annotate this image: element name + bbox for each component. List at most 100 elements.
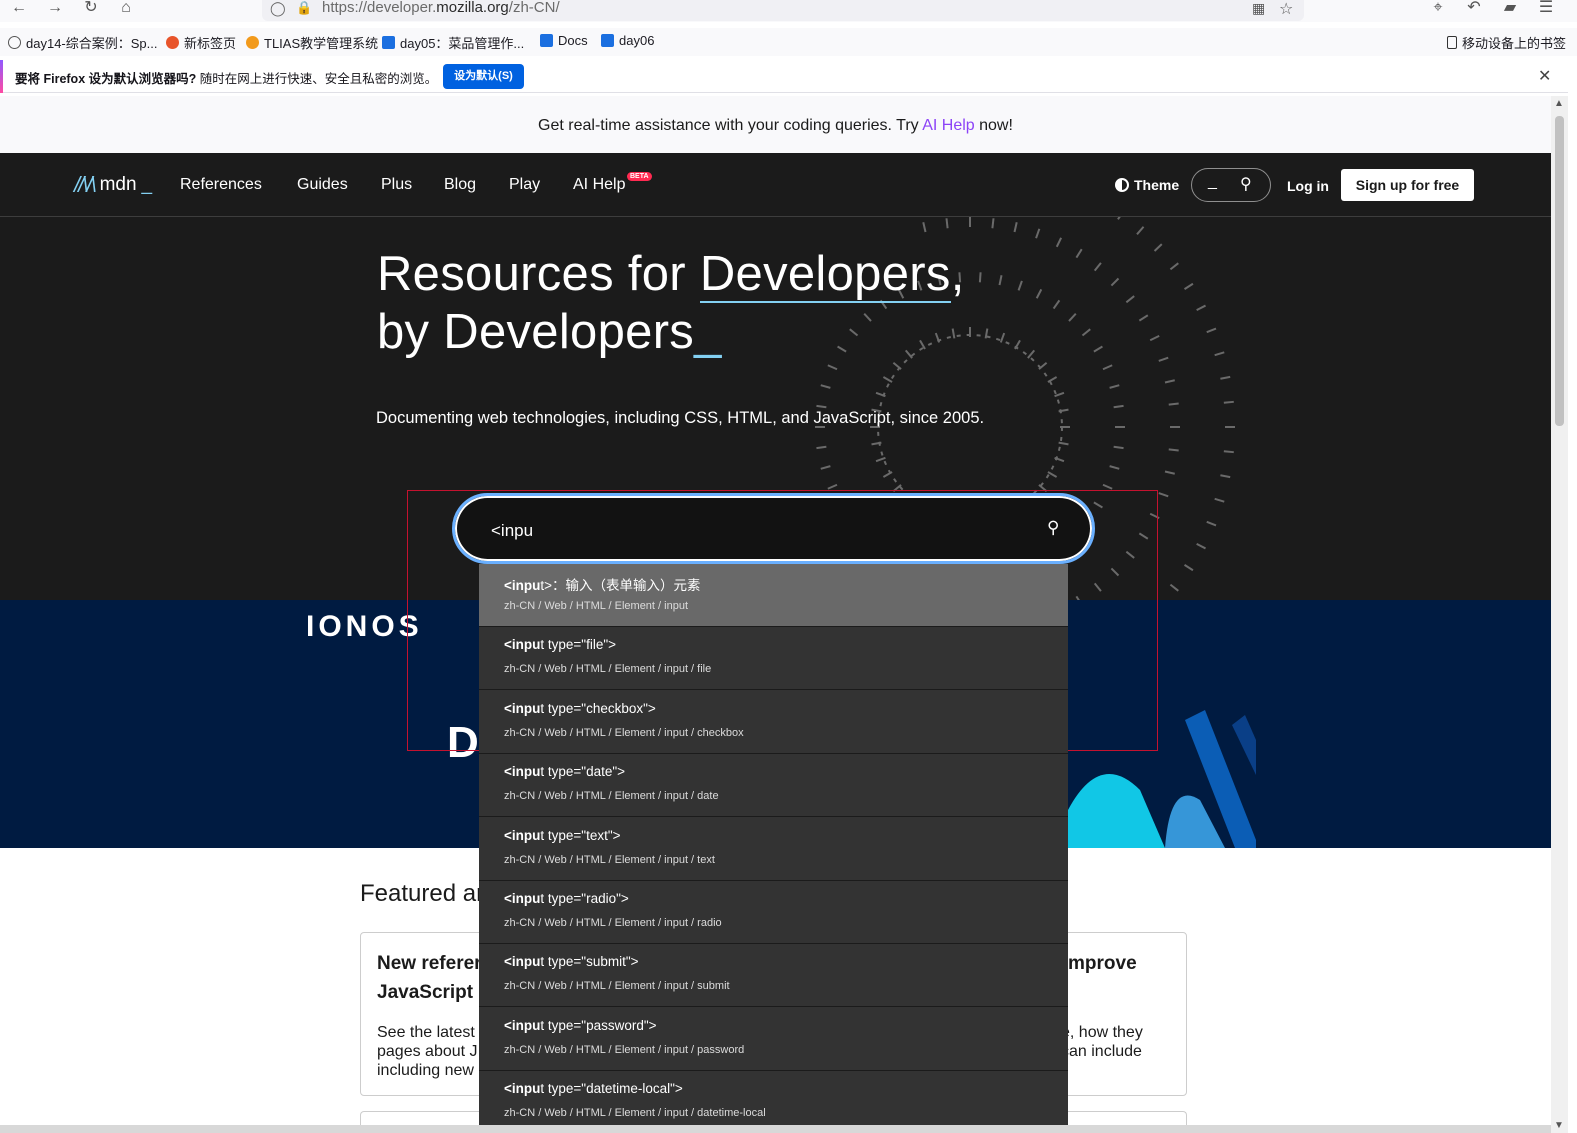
deco-dash	[1093, 345, 1103, 353]
suggestion-path: zh-CN / Web / HTML / Element / input / t…	[504, 853, 715, 866]
deco-dash	[1196, 542, 1206, 550]
banner-text-end: now!	[974, 117, 1013, 134]
deco-dash	[1035, 288, 1043, 299]
deco-dash	[875, 456, 886, 463]
mdn-logo[interactable]: //\/\ mdn _	[74, 172, 152, 198]
menu-icon[interactable]: ☰	[1535, 0, 1557, 18]
nav-guides[interactable]: Guides	[297, 176, 348, 194]
deco-dash	[1164, 379, 1175, 384]
shield-icon[interactable]: ◯	[270, 0, 286, 17]
deco-dash	[1158, 356, 1169, 362]
deco-dash	[1169, 262, 1179, 271]
deco-dash	[1113, 445, 1124, 450]
bookmark-item[interactable]: Docs	[540, 33, 588, 48]
lock-icon: 🔒	[296, 0, 313, 15]
suggestion-title: <input type="file">	[504, 637, 617, 653]
mobile-bookmarks-label: 移动设备上的书签	[1462, 36, 1567, 51]
deco-dash	[1169, 583, 1179, 592]
bookmark-item[interactable]: 新标签页	[166, 33, 236, 52]
deco-dash	[1027, 349, 1036, 359]
forward-arrow-icon[interactable]: →	[44, 0, 66, 18]
search-placeholder: _	[1208, 173, 1217, 190]
deco-dash	[1113, 404, 1124, 409]
theme-label: Theme	[1134, 177, 1180, 193]
deco-dash	[1017, 280, 1023, 291]
suggestion-item[interactable]: <input>：输入（表单输入）元素 zh-CN / Web / HTML / E…	[479, 564, 1068, 627]
suggestion-item[interactable]: <input type="datetime-local"> zh-CN / Web…	[479, 1071, 1068, 1133]
bookmark-item[interactable]: TLIAS教学管理系统	[246, 33, 378, 52]
extensions-icon[interactable]: ▰	[1499, 0, 1521, 18]
signup-button[interactable]: Sign up for free	[1341, 169, 1474, 201]
suggestion-item[interactable]: <input type="checkbox"> zh-CN / Web / HTM…	[479, 691, 1068, 754]
suggestion-path: zh-CN / Web / HTML / Element / input / c…	[504, 726, 744, 739]
deco-dash	[1183, 282, 1194, 290]
deco-dash	[820, 384, 831, 389]
suggestion-path: zh-CN / Web / HTML / Element / input / r…	[504, 917, 722, 929]
deco-dash	[999, 332, 1006, 343]
suggestion-title: <input type="datetime-local">	[504, 1081, 683, 1097]
scroll-down-icon[interactable]: ▼	[1554, 1120, 1564, 1131]
nav-blog[interactable]: Blog	[444, 176, 476, 194]
deco-dash	[1153, 243, 1163, 252]
crop-icon[interactable]: ⌖	[1427, 0, 1449, 18]
ai-help-link[interactable]: AI Help	[922, 117, 974, 134]
bookmark-item[interactable]: day06	[601, 33, 654, 48]
qr-code-icon[interactable]: ▦	[1252, 0, 1265, 17]
bookmark-label: day14-综合案例：Sp...	[26, 36, 158, 51]
main-search-input[interactable]: <inpu ⚲	[452, 493, 1095, 564]
mobile-bookmarks[interactable]: 移动设备上的书签	[1447, 33, 1566, 52]
nav-ai-help[interactable]: AI Help	[573, 176, 625, 194]
deco-dash	[922, 222, 927, 233]
deco-dash	[1214, 497, 1225, 503]
login-link[interactable]: Log in	[1287, 178, 1329, 194]
suggestion-item[interactable]: <input type="submit"> zh-CN / Web / HTML …	[479, 944, 1068, 1008]
vue-icon	[382, 36, 395, 49]
set-default-button[interactable]: 设为默认(S)	[443, 64, 524, 89]
suggestion-item[interactable]: <input type="radio"> zh-CN / Web / HTML /…	[479, 881, 1068, 944]
deco-dash	[1109, 384, 1120, 389]
address-bar[interactable]: ◯ 🔒 https://developer.mozilla.org/zh-CN/…	[262, 0, 1304, 21]
suggestion-item[interactable]: <input type="password"> zh-CN / Web / HTM…	[479, 1008, 1068, 1071]
suggestion-path: zh-CN / Web / HTML / Element / input / p…	[504, 1043, 745, 1056]
undo-icon[interactable]: ↶	[1463, 0, 1485, 18]
card-title-2: mprove	[1068, 953, 1137, 974]
nav-references[interactable]: References	[180, 176, 262, 194]
bookmark-item[interactable]: day05：菜品管理作...	[382, 33, 524, 52]
suggestion-item[interactable]: <input type="file"> zh-CN / Web / HTML / …	[479, 627, 1068, 691]
logo-text: mdn	[99, 174, 137, 195]
scroll-up-icon[interactable]: ▲	[1554, 98, 1564, 109]
nav-plus[interactable]: Plus	[381, 176, 412, 194]
reload-icon[interactable]: ↻	[80, 0, 102, 18]
deco-dash	[1047, 376, 1058, 383]
bookmark-label: 新标签页	[184, 36, 237, 51]
deco-dash	[998, 275, 1003, 286]
header-search[interactable]: _ ⚲	[1191, 168, 1271, 202]
close-icon[interactable]: ✕	[1538, 66, 1551, 86]
deco-dash	[882, 376, 893, 383]
home-icon[interactable]: ⌂	[115, 0, 137, 18]
deco-dash	[991, 218, 995, 229]
nav-play[interactable]: Play	[509, 176, 540, 194]
deco-dash	[1206, 520, 1217, 527]
deco-dash	[1220, 375, 1231, 380]
horizontal-scrollbar[interactable]	[0, 1125, 1551, 1133]
back-arrow-icon[interactable]: ←	[8, 0, 30, 18]
page-scrollbar[interactable]: ▲ ▼	[1551, 96, 1568, 1133]
deco-dash	[1075, 248, 1083, 259]
suggestion-path: zh-CN / Web / HTML / Element / input / f…	[504, 663, 712, 676]
suggestion-item[interactable]: <input type="text"> zh-CN / Web / HTML / …	[479, 818, 1068, 881]
bookmark-item[interactable]: day14-综合案例：Sp...	[8, 33, 158, 52]
suggestion-path: zh-CN / Web / HTML / Element / input / d…	[504, 790, 719, 803]
ai-help-banner: Get real-time assistance with your codin…	[0, 96, 1551, 153]
suggestion-title: <input type="submit">	[504, 954, 639, 970]
star-bookmark-icon[interactable]: ☆	[1279, 0, 1293, 19]
bookmark-label: day06	[619, 33, 655, 48]
hero-title: Resources for Developers, by Developers_	[377, 247, 965, 359]
deco-dash	[1035, 228, 1041, 239]
firefox-icon	[166, 36, 179, 49]
suggestion-item[interactable]: <input type="date"> zh-CN / Web / HTML / …	[479, 754, 1068, 818]
scroll-thumb[interactable]	[1555, 116, 1564, 426]
search-icon[interactable]: ⚲	[1047, 518, 1059, 538]
theme-switcher[interactable]: Theme	[1115, 177, 1179, 193]
vue-icon	[601, 34, 614, 47]
